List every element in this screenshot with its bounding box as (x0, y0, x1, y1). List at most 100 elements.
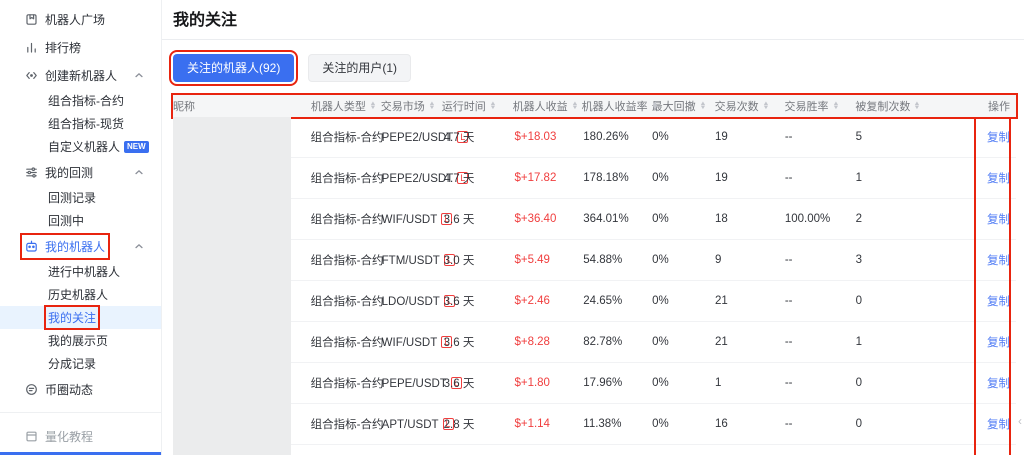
sort-icon[interactable]: ▲▼ (490, 102, 496, 110)
cell-win-rate-text: -- (785, 295, 793, 307)
cell-profit-rate-text: 180.26% (583, 131, 628, 143)
cell-trade-count: 19 (715, 172, 785, 184)
cell-win-rate: -- (785, 295, 856, 307)
sidebar-item-content: 组合指标-合约 (48, 92, 124, 109)
copy-button[interactable]: 复制 (976, 252, 1016, 268)
copy-button-text[interactable]: 复制 (987, 378, 1010, 390)
annotation-box: 我的关注 (48, 309, 96, 326)
cell-profit-text: $+5.49 (514, 254, 550, 266)
sidebar-item-组合指标-现货[interactable]: 组合指标-现货 (0, 112, 161, 135)
cell-profit-text: $+17.82 (514, 172, 556, 184)
cell-profit-text: $+2.46 (514, 295, 550, 307)
column-header-交易次数[interactable]: 交易次数▲▼ (715, 95, 785, 117)
sort-icon[interactable]: ▲▼ (429, 102, 435, 110)
cell-runtime-text: 3.6 天 (444, 214, 475, 226)
cell-profit-rate: 11.38% (583, 418, 652, 430)
copy-button-text[interactable]: 复制 (987, 255, 1010, 267)
cell-win-rate-text: 100.00% (785, 213, 830, 225)
sort-icon[interactable]: ▲▼ (833, 102, 839, 110)
cell-profit: $+18.03 (514, 131, 583, 143)
sidebar-item-回测记录[interactable]: 回测记录 (0, 186, 161, 209)
chevron-up-icon[interactable] (134, 71, 144, 79)
copy-button[interactable]: 复制 (976, 375, 1016, 391)
column-header-交易胜率[interactable]: 交易胜率▲▼ (785, 95, 856, 117)
sidebar-item-我的回测[interactable]: 我的回测 (0, 158, 161, 186)
cell-trade-count-text: 16 (715, 418, 728, 430)
copy-button-text[interactable]: 复制 (987, 296, 1010, 308)
cell-market: LDO/USDTL (382, 295, 444, 308)
collapse-panel-icon[interactable]: ‹ (1018, 414, 1022, 428)
copy-button[interactable]: 复制 (976, 293, 1016, 309)
sidebar-item-label: 我的展示页 (48, 332, 108, 349)
table-header-row: 昵称 机器人类型▲▼交易市场▲▼运行时间▲▼机器人收益▲▼机器人收益率▲▼最大回撤… (173, 95, 1016, 117)
chevron-up-icon[interactable] (134, 242, 144, 250)
cell-copied-count-text: 2 (856, 213, 862, 225)
cell-trade-count-text: 21 (715, 295, 728, 307)
cell-runtime: 3.6 天 (444, 211, 515, 227)
sort-icon[interactable]: ▲▼ (652, 102, 658, 110)
chevron-up-icon[interactable] (134, 168, 144, 176)
cell-win-rate: -- (785, 254, 856, 266)
sidebar-item-分成记录[interactable]: 分成记录 (0, 352, 161, 375)
sidebar-item-组合指标-合约[interactable]: 组合指标-合约 (0, 89, 161, 112)
table-row: 组合指标-合约RAY/USDTL3.1 天$+0.979.69%0%16--1复… (173, 445, 1016, 455)
sidebar-item-回测中[interactable]: 回测中 (0, 209, 161, 232)
column-header-机器人类型[interactable]: 机器人类型▲▼ (311, 95, 381, 117)
sidebar-item-进行中机器人[interactable]: 进行中机器人 (0, 260, 161, 283)
copy-button[interactable]: 复制 (976, 334, 1016, 350)
sidebar-item-我的关注[interactable]: 我的关注 (0, 306, 161, 329)
cell-market-text: APT/USDT (382, 419, 439, 431)
cell-robot-type-text: 组合指标-合约 (311, 337, 384, 349)
table-body: 组合指标-合约PEPE2/USDTL4.7 天$+18.03180.26%0%1… (173, 117, 1016, 455)
column-header-机器人收益[interactable]: 机器人收益▲▼ (513, 95, 582, 117)
sidebar-item-创建新机器人[interactable]: 创建新机器人 (0, 61, 161, 89)
column-header-被复制次数[interactable]: 被复制次数▲▼ (855, 95, 975, 117)
copy-button-text[interactable]: 复制 (987, 214, 1010, 226)
cell-trade-count-text: 21 (715, 336, 728, 348)
sidebar-item-content: 进行中机器人 (48, 263, 120, 280)
sidebar-item-排行榜[interactable]: 排行榜 (0, 33, 161, 61)
copy-button-text[interactable]: 复制 (987, 337, 1010, 349)
sidebar-item-机器人广场[interactable]: 机器人广场 (0, 5, 161, 33)
copy-button-text[interactable]: 复制 (987, 132, 1010, 144)
table-row: 组合指标-合约PEPE/USDTL3.6 天$+1.8017.96%0%1--0… (173, 363, 1016, 404)
cell-runtime: 3.6 天 (444, 375, 515, 391)
page-title: 我的关注 (173, 10, 1016, 32)
copy-button[interactable]: 复制 (976, 211, 1016, 227)
sidebar-item-我的展示页[interactable]: 我的展示页 (0, 329, 161, 352)
robot-plaza-icon (25, 13, 38, 26)
column-header-label: 昵称 (173, 98, 195, 114)
column-header-交易市场[interactable]: 交易市场▲▼ (381, 95, 442, 117)
sidebar-item-币圈动态[interactable]: 币圈动态 (0, 375, 161, 403)
cell-profit-rate: 17.96% (583, 377, 652, 389)
sort-icon[interactable]: ▲▼ (914, 102, 920, 110)
column-header-最大回撤[interactable]: 最大回撤▲▼ (652, 95, 715, 117)
cell-win-rate: -- (785, 418, 856, 430)
cell-runtime-text: 4.7 天 (444, 173, 475, 185)
sort-icon[interactable]: ▲▼ (700, 102, 706, 110)
main-content: 我的关注 关注的机器人(92) 关注的用户(1) 昵称 机器人类型▲▼交易市场▲▼运… (162, 0, 1024, 455)
column-header-运行时间[interactable]: 运行时间▲▼ (442, 95, 513, 117)
cell-robot-type-text: 组合指标-合约 (311, 255, 384, 267)
create-robot-icon (25, 69, 38, 82)
sidebar-item-content: 我的回测 (25, 164, 93, 181)
cell-trade-count: 18 (715, 213, 785, 225)
cell-max-drawdown-text: 0% (652, 213, 669, 225)
copy-button-text[interactable]: 复制 (987, 173, 1010, 185)
tab-followed-robots[interactable]: 关注的机器人(92) (173, 54, 294, 82)
sidebar-item-我的机器人[interactable]: 我的机器人 (0, 232, 161, 260)
sort-icon[interactable]: ▲▼ (763, 102, 769, 110)
copy-button[interactable]: 复制 (976, 416, 1016, 432)
sort-icon[interactable]: ▲▼ (370, 102, 376, 110)
copy-button-text[interactable]: 复制 (987, 419, 1010, 431)
copy-button[interactable]: 复制 (976, 170, 1016, 186)
column-header-机器人收益率[interactable]: 机器人收益率▲▼ (582, 95, 652, 117)
sidebar-item-历史机器人[interactable]: 历史机器人 (0, 283, 161, 306)
copy-button[interactable]: 复制 (976, 129, 1016, 145)
cell-max-drawdown-text: 0% (652, 418, 669, 430)
sidebar-item-量化教程[interactable]: 量化教程 (0, 422, 161, 450)
title-divider (162, 39, 1024, 40)
tab-followed-users[interactable]: 关注的用户(1) (308, 54, 411, 82)
sort-icon[interactable]: ▲▼ (572, 102, 578, 110)
sidebar-item-自定义机器人[interactable]: 自定义机器人NEW (0, 135, 161, 158)
